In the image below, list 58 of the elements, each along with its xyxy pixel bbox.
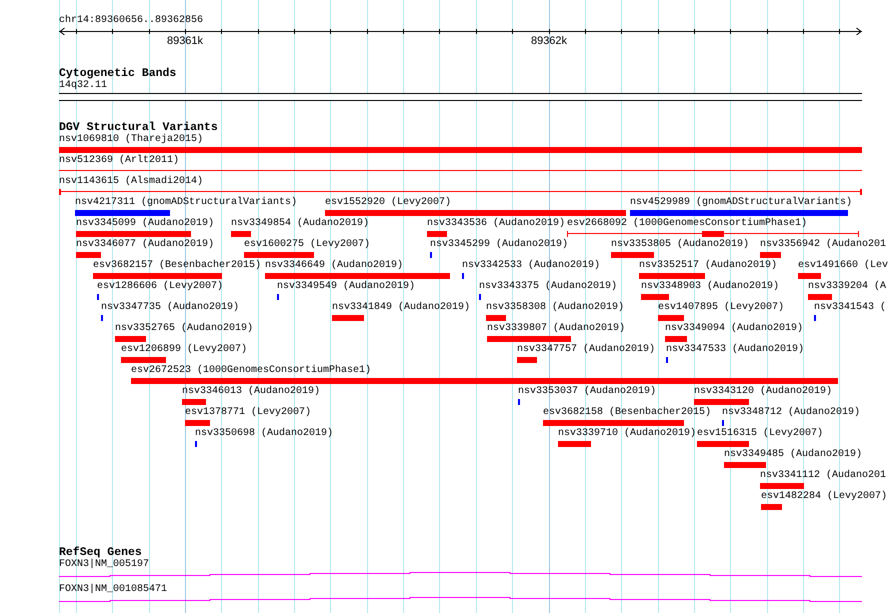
variant-label: nsv3353037 (Audano2019) xyxy=(518,386,656,398)
variant-label: esv1378771 (Levy2007) xyxy=(185,407,312,419)
variant-label: esv1491660 (Lev xyxy=(798,260,888,272)
variant-label: esv3682158 (Besenbacher2015) xyxy=(543,407,712,419)
variant-label: nsv3352765 (Audano2019) xyxy=(115,323,254,335)
variant-label: nsv3358308 (Audano2019) xyxy=(486,302,624,314)
track-title: DGV Structural Variants xyxy=(59,122,218,134)
variant-label: esv1407895 (Levy2007) xyxy=(658,302,784,314)
variant-label: nsv512369 (Arlt2011) xyxy=(59,155,180,167)
variant-label: esv1286606 (Levy2007) xyxy=(97,281,224,293)
variant-label: nsv3345299 (Audano2019) xyxy=(430,239,568,251)
variant-label: esv2672523 (1000GenomesConsortiumPhase1) xyxy=(131,365,372,377)
variant-label: nsv3349854 (Audano2019) xyxy=(231,218,370,230)
variant-label: esv1482284 (Levy2007) xyxy=(761,491,888,503)
variant-label: nsv3353805 (Audano2019) xyxy=(611,239,750,251)
cytoband-label: 14q32.11 xyxy=(59,80,108,92)
variant-label: esv1516315 (Levy2007) xyxy=(697,428,824,440)
variant-label: nsv3346077 (Audano2019) xyxy=(76,239,214,251)
variant-label: esv1552920 (Levy2007) xyxy=(325,197,452,209)
variant-label: nsv3356942 (Audano201 xyxy=(760,239,886,251)
variant-label: nsv3347533 (Audano2019) xyxy=(666,344,804,356)
variant-label: nsv3347735 (Audano2019) xyxy=(101,302,240,314)
track-title: RefSeq Genes xyxy=(59,547,142,559)
variant-label: nsv3350698 (Audano2019) xyxy=(195,428,334,440)
variant-label: nsv3343375 (Audano2019) xyxy=(479,281,618,293)
variant-label: nsv3346649 (Audano2019) xyxy=(265,260,404,272)
variant-label: nsv3352517 (Audano2019) xyxy=(639,260,778,272)
transcript-label: FOXN3|NM_005197 xyxy=(59,559,150,571)
variant-label: nsv3339710 (Audano2019) xyxy=(558,428,696,440)
transcript-label: FOXN3|NM_001085471 xyxy=(59,584,168,596)
variant-label: nsv3341543 ( xyxy=(814,302,886,314)
variant-label: nsv3348712 (Audano2019) xyxy=(722,407,860,419)
variant-label: nsv3343536 (Audano2019) xyxy=(427,218,566,230)
variant-label: nsv3346013 (Audano2019) xyxy=(182,386,320,398)
variant-label: nsv3349549 (Audano2019) xyxy=(277,281,416,293)
variant-label: esv3682157 (Besenbacher2015) xyxy=(93,260,262,272)
ruler-tick-label: 89362k xyxy=(530,35,568,47)
track-title: Cytogenetic Bands xyxy=(59,68,176,80)
variant-label: nsv3341112 (Audano201 xyxy=(760,470,886,482)
variant-label: nsv1069810 (Thareja2015) xyxy=(59,134,204,146)
variant-label: nsv3339807 (Audano2019) xyxy=(487,323,626,335)
variant-label: esv1600275 (Levy2007) xyxy=(244,239,370,251)
variant-label: nsv3347757 (Audano2019) xyxy=(517,344,656,356)
variant-label: nsv3339204 (A xyxy=(808,281,886,293)
variant-label: esv1206899 (Levy2007) xyxy=(121,344,248,356)
variant-label: nsv3348903 (Audano2019) xyxy=(641,281,780,293)
variant-label: nsv3343120 (Audano2019) xyxy=(694,386,832,398)
variant-label: esv2668092 (1000GenomesConsortiumPhase1) xyxy=(567,218,808,230)
variant-label: nsv3349094 (Audano2019) xyxy=(665,323,804,335)
variant-label: nsv3342533 (Audano2019) xyxy=(462,260,600,272)
variant-label: nsv1143615 (Alsmadi2014) xyxy=(59,176,204,188)
variant-label: nsv4217311 (gnomADStructuralVariants) xyxy=(75,197,298,209)
ruler-tick-label: 89361k xyxy=(166,35,204,47)
variant-label: nsv3345099 (Audano2019) xyxy=(76,218,214,230)
location-label: chr14:89360656..89362856 xyxy=(59,15,204,27)
variant-label: nsv3341849 (Audano2019) xyxy=(332,302,470,314)
variant-label: nsv4529989 (gnomADStructuralVariants) xyxy=(630,197,852,209)
variant-label: nsv3349485 (Audano2019) xyxy=(724,449,862,461)
